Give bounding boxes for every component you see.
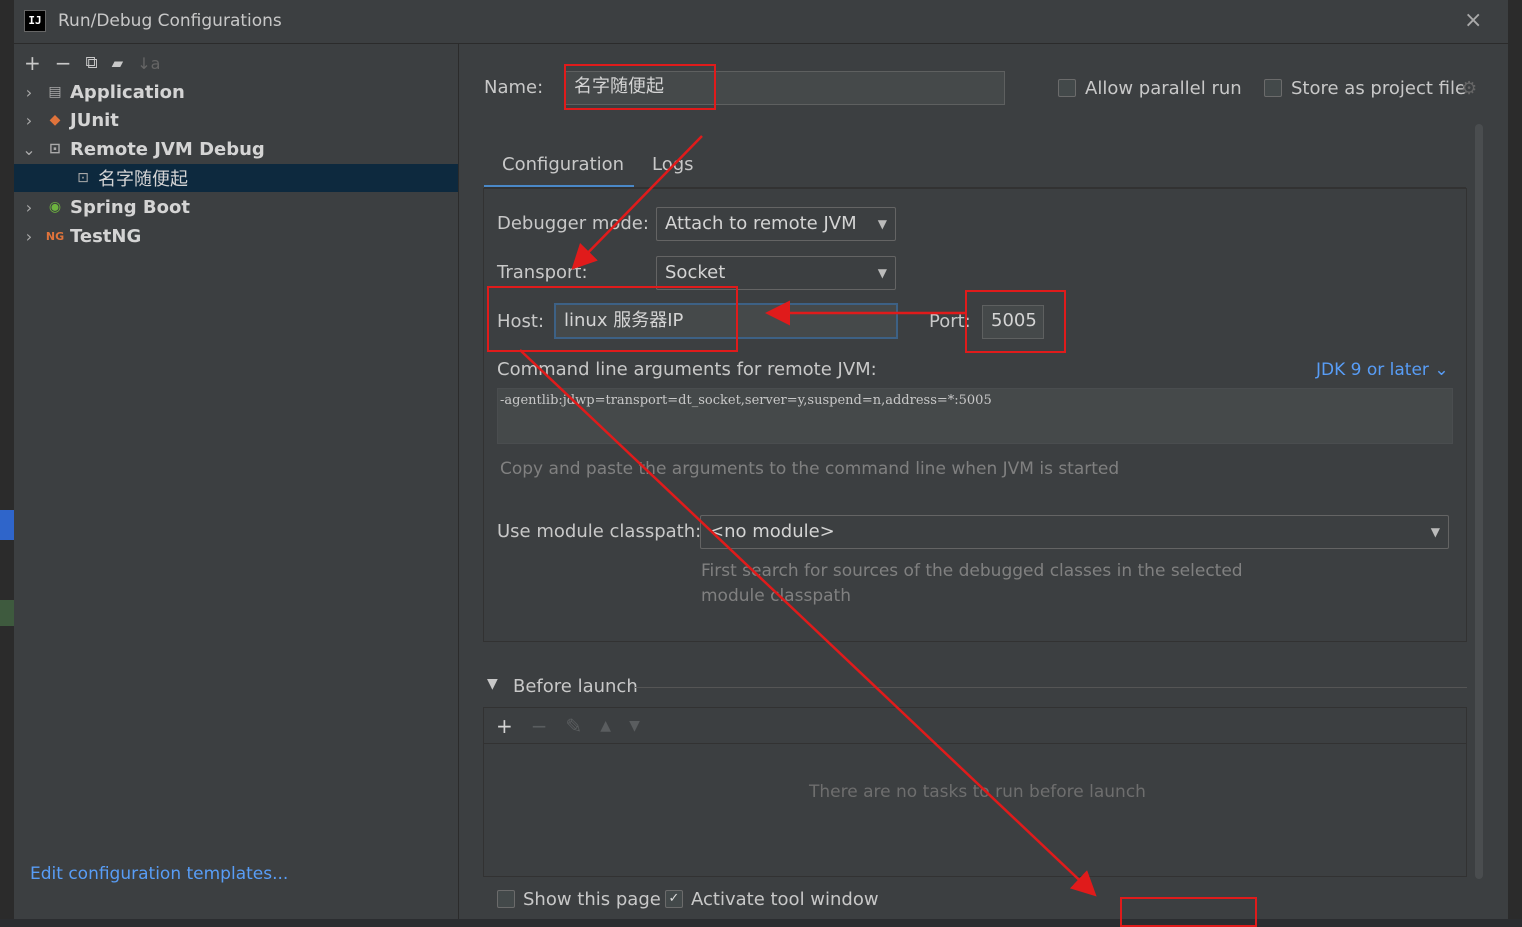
annotation-arrows: [519, 135, 1097, 897]
arrow-host-to-ok: [519, 349, 1097, 897]
arrow-name-to-transport: [571, 135, 703, 270]
